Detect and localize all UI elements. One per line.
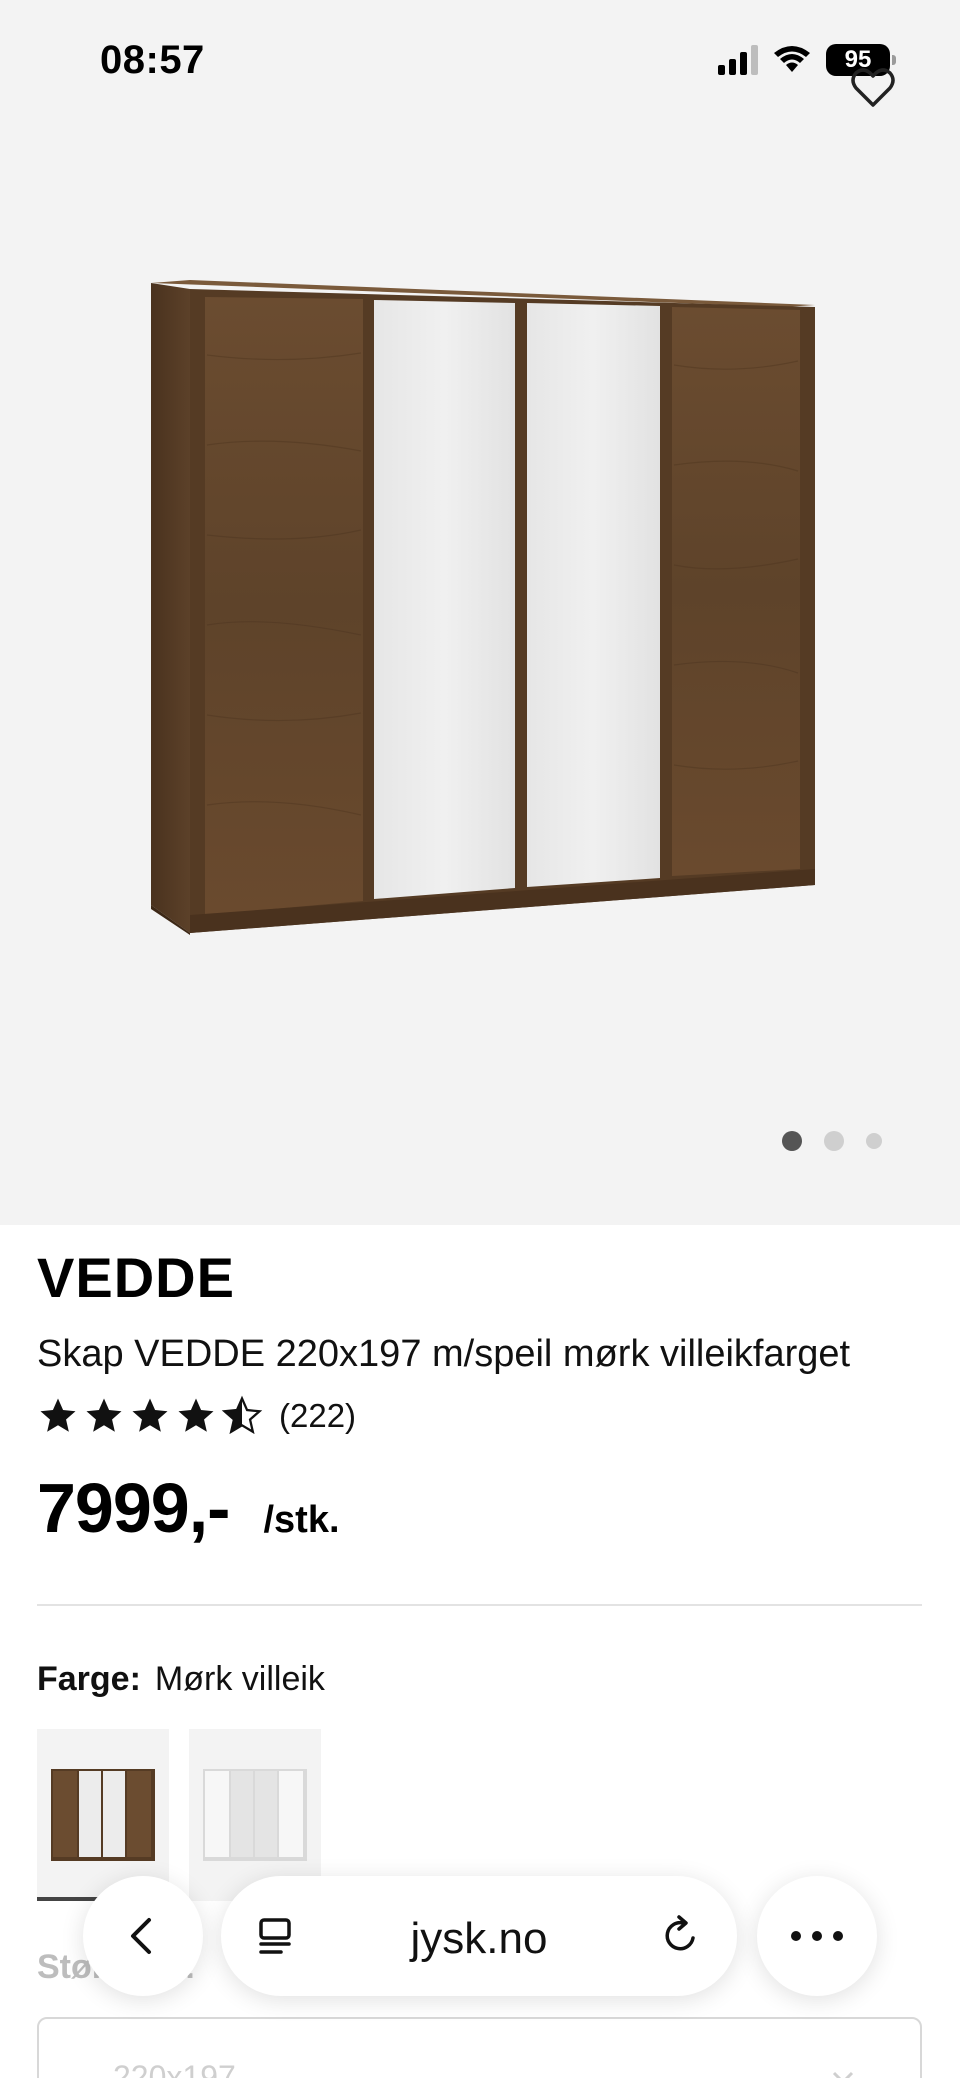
chevron-down-icon bbox=[832, 2071, 854, 2078]
product-image[interactable] bbox=[145, 275, 825, 935]
price-row: 7999,- /stk. bbox=[37, 1468, 340, 1548]
wifi-icon bbox=[774, 46, 810, 72]
product-brand: VEDDE bbox=[37, 1246, 235, 1309]
carousel-dot[interactable] bbox=[866, 1133, 882, 1149]
rating-stars bbox=[37, 1395, 263, 1437]
back-button[interactable] bbox=[83, 1876, 203, 1996]
heart-icon[interactable] bbox=[848, 62, 898, 112]
status-bar: 08:57 95 bbox=[0, 0, 960, 120]
more-icon bbox=[791, 1931, 843, 1941]
signal-icon bbox=[718, 45, 758, 75]
divider bbox=[37, 1604, 922, 1606]
product-rating[interactable]: (222) bbox=[37, 1395, 356, 1437]
star-half-icon bbox=[221, 1395, 263, 1435]
product-title: Skap VEDDE 220x197 m/speil mørk villeikf… bbox=[37, 1333, 851, 1375]
size-value: 220x197 bbox=[113, 2059, 236, 2078]
rating-count[interactable]: (222) bbox=[279, 1397, 356, 1435]
size-dropdown[interactable]: 220x197 bbox=[37, 2017, 922, 2078]
color-label: Farge: bbox=[37, 1660, 141, 1698]
color-selection: Farge: Mørk villeik bbox=[37, 1660, 325, 1699]
more-button[interactable] bbox=[757, 1876, 877, 1996]
star-full-icon bbox=[40, 1398, 76, 1432]
swatch-thumbnail bbox=[51, 1769, 155, 1861]
status-time: 08:57 bbox=[100, 38, 205, 82]
swatch-thumbnail bbox=[203, 1769, 307, 1861]
reload-icon[interactable] bbox=[657, 1912, 705, 1960]
carousel-dots[interactable] bbox=[782, 1131, 882, 1151]
star-full-icon bbox=[86, 1398, 122, 1432]
star-full-icon bbox=[178, 1398, 214, 1432]
browser-toolbar: jysk.no bbox=[0, 1868, 960, 1998]
address-bar[interactable]: jysk.no bbox=[221, 1876, 737, 1996]
carousel-dot[interactable] bbox=[824, 1131, 844, 1151]
color-value: Mørk villeik bbox=[154, 1660, 325, 1698]
product-price: 7999,- bbox=[37, 1469, 230, 1547]
chevron-left-icon bbox=[131, 1918, 151, 1954]
carousel-dot[interactable] bbox=[782, 1131, 802, 1151]
product-image-area[interactable] bbox=[0, 0, 960, 1225]
star-full-icon bbox=[132, 1398, 168, 1432]
price-unit: /stk. bbox=[263, 1499, 340, 1541]
